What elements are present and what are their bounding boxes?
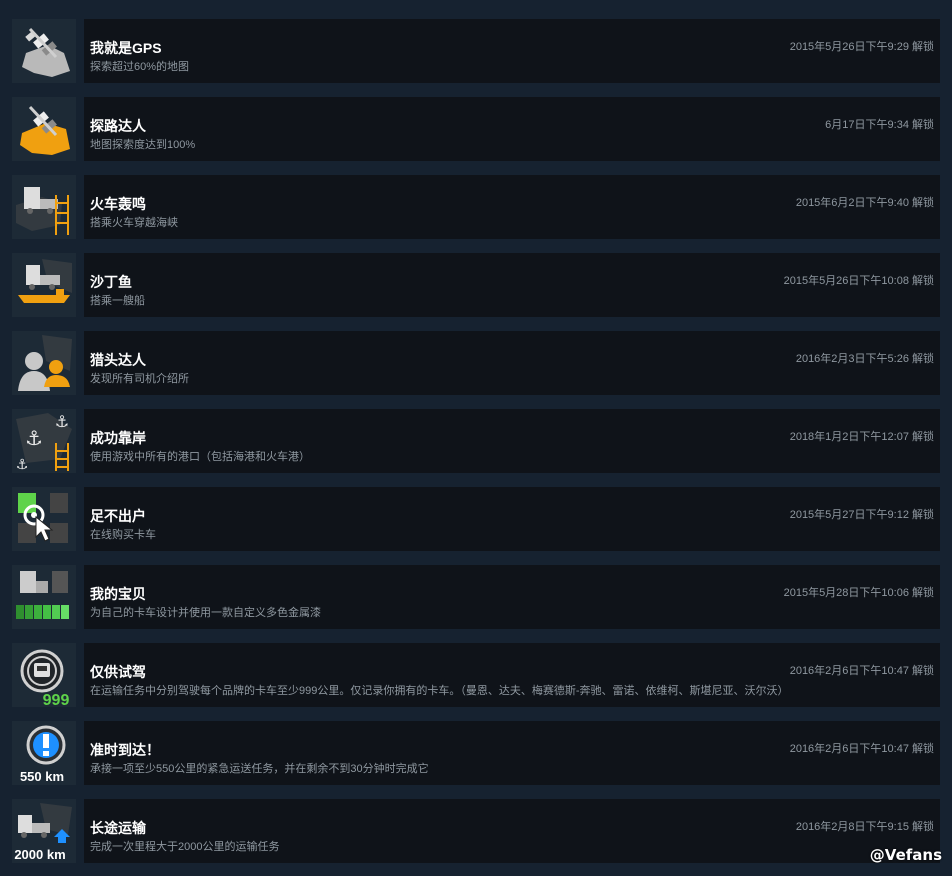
achievement-description: 地图探索度达到100%: [90, 139, 196, 151]
achievement-row: 火车轰鸣 搭乘火车穿越海峡 2015年6月2日下午9:40 解锁: [12, 175, 940, 239]
unlock-date: 2015年5月28日下午10:06 解锁: [783, 587, 934, 599]
unlock-date: 2015年5月26日下午9:29 解锁: [789, 41, 934, 53]
truck-select-cursor-icon: [12, 487, 76, 551]
badge-label: 550 km: [20, 769, 64, 784]
achievement-description: 在线购买卡车: [90, 529, 156, 541]
achievement-description: 完成一次里程大于2000公里的运输任务: [90, 841, 280, 853]
achievement-row: 550 km 准时到达！ 承接一项至少550公里的紧急运送任务，并在剩余不到30…: [12, 721, 940, 785]
achievement-title: 足不出户: [90, 508, 146, 524]
truck-ferry-icon: [12, 253, 76, 317]
achievement-panel: 沙丁鱼 搭乘一艘船 2015年5月26日下午10:08 解锁: [84, 253, 940, 317]
truck-paint-icon: [12, 565, 76, 629]
achievement-title: 仅供试驾: [90, 664, 146, 680]
unlock-date: 2016年2月8日下午9:15 解锁: [795, 821, 934, 833]
achievement-row: 我就是GPS 探索超过60%的地图 2015年5月26日下午9:29 解锁: [12, 19, 940, 83]
svg-text:⚓: ⚓: [16, 457, 29, 473]
unlock-date: 2015年6月2日下午9:40 解锁: [795, 197, 934, 209]
truck-rail-icon: [12, 175, 76, 239]
achievement-panel: 长途运输 完成一次里程大于2000公里的运输任务 2016年2月8日下午9:15…: [84, 799, 940, 863]
achievement-row: ⚓ ⚓ ⚓ 成功靠岸 使用游戏中所有的港口（包括海港和火车港） 2018年1月2…: [12, 409, 940, 473]
unlock-date: 6月17日下午9:34 解锁: [825, 119, 934, 131]
achievement-title: 探路达人: [90, 118, 146, 134]
urgent-550km-icon: 550 km: [12, 721, 76, 785]
anchors-rail-icon: ⚓ ⚓ ⚓: [12, 409, 76, 473]
achievement-row: 探路达人 地图探索度达到100% 6月17日下午9:34 解锁: [12, 97, 940, 161]
achievement-panel: 我的宝贝 为自己的卡车设计并使用一款自定义多色金属漆 2015年5月28日下午1…: [84, 565, 940, 629]
achievement-description: 探索超过60%的地图: [90, 61, 190, 73]
badge-label: 999: [43, 692, 70, 707]
achievement-title: 长途运输: [90, 820, 146, 836]
achievement-panel: 足不出户 在线购买卡车 2015年5月27日下午9:12 解锁: [84, 487, 940, 551]
achievement-title: 我就是GPS: [90, 40, 162, 56]
badge-label: 2000 km: [14, 847, 65, 862]
achievement-description: 搭乘火车穿越海峡: [90, 217, 178, 229]
achievement-title: 猎头达人: [90, 352, 146, 368]
achievement-description: 搭乘一艘船: [90, 295, 145, 307]
achievement-row: 沙丁鱼 搭乘一艘船 2015年5月26日下午10:08 解锁: [12, 253, 940, 317]
achievement-description: 发现所有司机介绍所: [90, 373, 189, 385]
achievement-panel: 仅供试驾 在运输任务中分别驾驶每个品牌的卡车至少999公里。仅记录你拥有的卡车。…: [84, 643, 940, 707]
unlock-date: 2015年5月27日下午9:12 解锁: [789, 509, 934, 521]
unlock-date: 2018年1月2日下午12:07 解锁: [789, 431, 934, 443]
achievement-title: 我的宝贝: [90, 586, 146, 602]
achievement-title: 火车轰鸣: [90, 196, 146, 212]
achievement-row: 999 仅供试驾 在运输任务中分别驾驶每个品牌的卡车至少999公里。仅记录你拥有…: [12, 643, 940, 707]
achievement-panel: 成功靠岸 使用游戏中所有的港口（包括海港和火车港） 2018年1月2日下午12:…: [84, 409, 940, 473]
watermark: @Vefans: [869, 846, 942, 864]
unlock-date: 2016年2月3日下午5:26 解锁: [795, 353, 934, 365]
satellite-map-gold-icon: [12, 97, 76, 161]
truck-2000km-icon: 2000 km: [12, 799, 76, 863]
achievement-description: 使用游戏中所有的港口（包括海港和火车港）: [90, 451, 310, 463]
achievement-row: 足不出户 在线购买卡车 2015年5月27日下午9:12 解锁: [12, 487, 940, 551]
achievement-title: 成功靠岸: [90, 430, 146, 446]
achievement-panel: 火车轰鸣 搭乘火车穿越海峡 2015年6月2日下午9:40 解锁: [84, 175, 940, 239]
driver-silhouettes-icon: [12, 331, 76, 395]
achievement-description: 为自己的卡车设计并使用一款自定义多色金属漆: [90, 607, 321, 619]
achievement-panel: 猎头达人 发现所有司机介绍所 2016年2月3日下午5:26 解锁: [84, 331, 940, 395]
achievement-title: 沙丁鱼: [90, 274, 132, 290]
unlock-date: 2016年2月6日下午10:47 解锁: [789, 665, 934, 677]
achievement-row: 我的宝贝 为自己的卡车设计并使用一款自定义多色金属漆 2015年5月28日下午1…: [12, 565, 940, 629]
achievement-title: 准时到达！: [90, 742, 160, 758]
achievement-description: 在运输任务中分别驾驶每个品牌的卡车至少999公里。仅记录你拥有的卡车。（曼恩、达…: [90, 685, 789, 697]
unlock-date: 2016年2月6日下午10:47 解锁: [789, 743, 934, 755]
achievement-panel: 探路达人 地图探索度达到100% 6月17日下午9:34 解锁: [84, 97, 940, 161]
achievement-row: 猎头达人 发现所有司机介绍所 2016年2月3日下午5:26 解锁: [12, 331, 940, 395]
svg-text:⚓: ⚓: [55, 412, 69, 431]
svg-text:⚓: ⚓: [25, 426, 43, 450]
achievement-panel: 我就是GPS 探索超过60%的地图 2015年5月26日下午9:29 解锁: [84, 19, 940, 83]
achievement-description: 承接一项至少550公里的紧急运送任务，并在剩余不到30分钟时完成它: [90, 763, 429, 775]
satellite-map-silver-icon: [12, 19, 76, 83]
unlock-date: 2015年5月26日下午10:08 解锁: [783, 275, 934, 287]
truck-badge-999-icon: 999: [12, 643, 76, 707]
achievement-row: 2000 km 长途运输 完成一次里程大于2000公里的运输任务 2016年2月…: [12, 799, 940, 863]
achievement-panel: 准时到达！ 承接一项至少550公里的紧急运送任务，并在剩余不到30分钟时完成它 …: [84, 721, 940, 785]
